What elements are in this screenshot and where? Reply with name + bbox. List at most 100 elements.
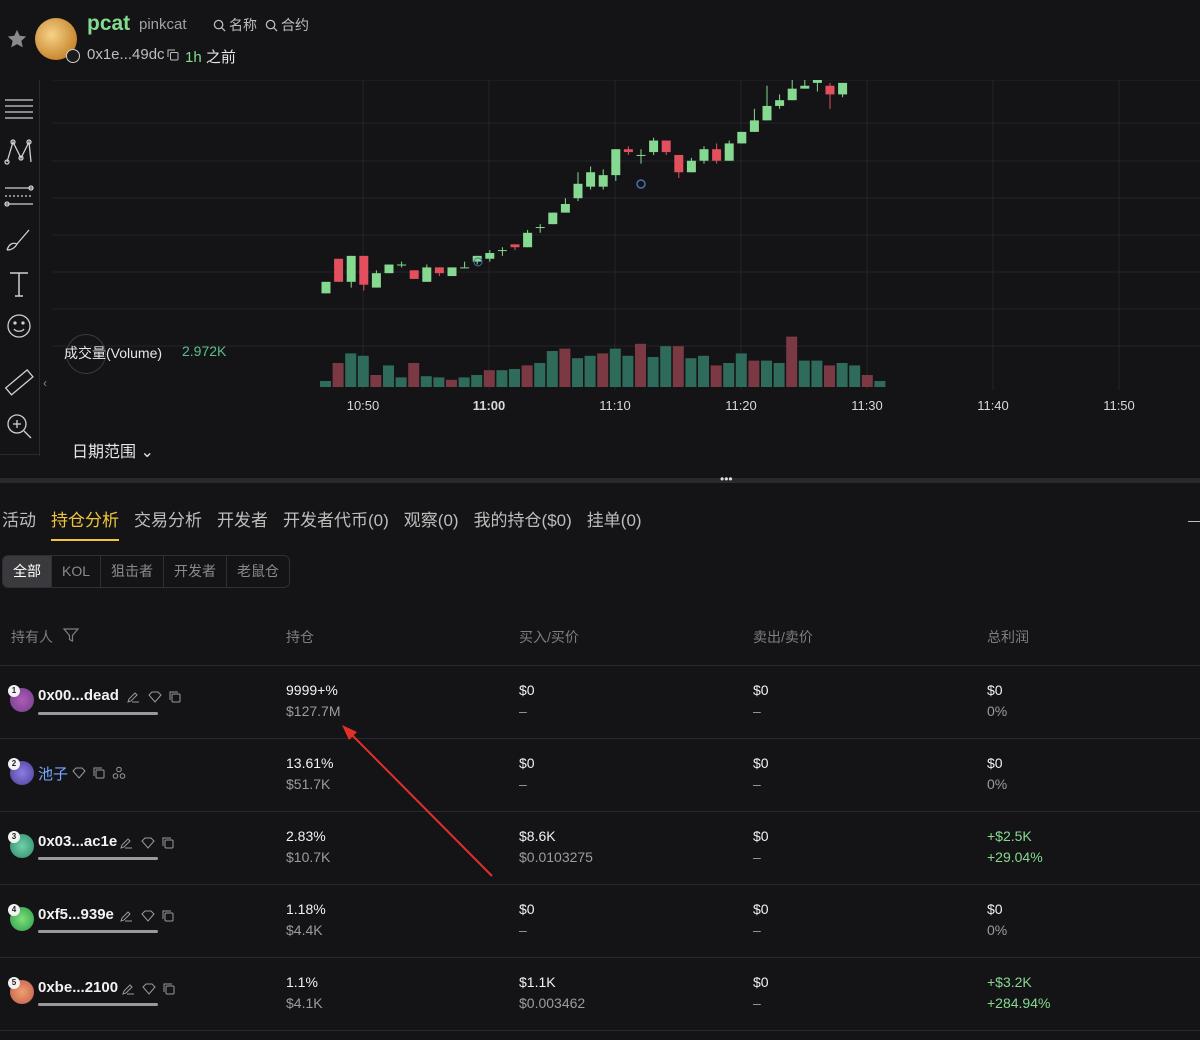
- candle-body: [762, 105, 772, 121]
- avatar: 5: [8, 977, 34, 1004]
- candle-body: [787, 88, 797, 101]
- drag-handle-icon[interactable]: •••: [720, 473, 740, 485]
- position-percent: 1.18%: [286, 901, 326, 917]
- sell-price: –: [753, 703, 761, 719]
- panel-splitter[interactable]: •••: [0, 473, 1200, 485]
- fib-retracement-icon[interactable]: [3, 180, 35, 212]
- volume-bar: [874, 381, 886, 387]
- volume-bar: [446, 379, 457, 387]
- avatar: 1: [8, 685, 34, 712]
- tab-orders[interactable]: 挂单(0): [587, 506, 642, 541]
- volume-bar: [332, 363, 344, 387]
- position-percent: 9999+%: [286, 682, 338, 698]
- holder-address[interactable]: 0xf5...939e: [38, 906, 114, 923]
- copy-icon[interactable]: [92, 766, 106, 780]
- tab-holders[interactable]: 持仓分析: [51, 506, 119, 541]
- filter-all[interactable]: 全部: [3, 556, 52, 587]
- volume-bar: [735, 353, 747, 387]
- copy-icon[interactable]: [162, 982, 176, 996]
- tab-my-positions[interactable]: 我的持仓($0): [474, 506, 572, 541]
- buy-amount: $8.6K: [519, 828, 556, 844]
- profit-percent: 0%: [987, 776, 1008, 792]
- pattern-icon[interactable]: [3, 136, 35, 168]
- token-address: 0x1e...49dc: [87, 46, 165, 63]
- edit-icon[interactable]: [126, 690, 140, 704]
- volume-bar: [509, 369, 520, 387]
- holder-address[interactable]: 池子: [38, 763, 68, 784]
- search-contract-button[interactable]: 合约: [265, 15, 309, 35]
- copy-icon[interactable]: [161, 909, 175, 923]
- profit-percent: +284.94%: [987, 995, 1051, 1011]
- volume-bar: [408, 363, 420, 387]
- tab-watch[interactable]: 观察(0): [404, 506, 459, 541]
- filter-kol[interactable]: KOL: [52, 556, 102, 587]
- sell-amount: $0: [753, 828, 769, 844]
- table-row[interactable]: 4 0xf5...939e 1.18% $4.4K $0 – $0 – $0 0…: [0, 885, 1200, 958]
- edit-icon[interactable]: [121, 982, 135, 996]
- holder-address[interactable]: 0x03...ac1e: [38, 833, 117, 850]
- volume-bar: [824, 365, 835, 387]
- collapse-toolbar-icon[interactable]: ‹: [43, 376, 47, 390]
- candle-body: [334, 258, 344, 282]
- candle-body: [800, 85, 810, 89]
- volume-bar: [710, 365, 722, 387]
- cluster-icon[interactable]: [112, 766, 126, 780]
- volume-bar: [685, 358, 697, 387]
- emoji-icon[interactable]: [3, 310, 35, 342]
- candle-body: [825, 85, 835, 95]
- sell-amount: $0: [753, 901, 769, 917]
- candle-body: [598, 175, 608, 187]
- rank-badge: 2: [8, 758, 20, 770]
- tab-developer[interactable]: 开发者: [217, 506, 268, 541]
- column-buy: 买入/买价: [519, 629, 579, 645]
- diamond-icon[interactable]: [148, 690, 162, 704]
- text-icon[interactable]: [3, 268, 35, 300]
- position-usd: $10.7K: [286, 849, 331, 865]
- filter-snipers[interactable]: 狙击者: [101, 556, 165, 587]
- rank-badge: 4: [8, 904, 20, 916]
- copy-icon[interactable]: [167, 49, 179, 61]
- minimize-icon[interactable]: [1188, 521, 1200, 522]
- rank-badge: 1: [8, 685, 20, 697]
- holder-address[interactable]: 0x00...dead: [38, 687, 119, 704]
- table-row[interactable]: 5 0xbe...2100 1.1% $4.1K $1.1K $0.003462…: [0, 958, 1200, 1031]
- candlestick-chart[interactable]: 10:50 11:00 11:10 11:20 11:30 11:40 11:50: [52, 80, 1200, 420]
- price-chart[interactable]: 10:50 11:00 11:10 11:20 11:30 11:40 11:50: [52, 80, 1200, 480]
- ruler-icon[interactable]: [3, 366, 35, 398]
- search-name-button[interactable]: 名称: [213, 15, 257, 35]
- zoom-in-icon[interactable]: [3, 410, 35, 442]
- tab-dev-tokens[interactable]: 开发者代币(0): [283, 506, 389, 541]
- buy-price: –: [519, 776, 527, 792]
- edit-icon[interactable]: [119, 909, 133, 923]
- copy-icon[interactable]: [168, 690, 182, 704]
- horizontal-lines-icon[interactable]: [3, 92, 35, 124]
- table-row[interactable]: 2 池子 13.61% $51.7K $0 – $0 – $0 0%: [0, 739, 1200, 812]
- brush-icon[interactable]: [3, 224, 35, 256]
- edit-icon[interactable]: [119, 836, 133, 850]
- table-row[interactable]: 1 0x00...dead 9999+% $127.7M $0 – $0 – $…: [0, 666, 1200, 739]
- candle-body: [409, 270, 419, 279]
- date-range-button[interactable]: 日期范围 ⌄: [72, 438, 154, 462]
- tab-activity[interactable]: 活动: [2, 506, 36, 541]
- diamond-icon[interactable]: [141, 836, 155, 850]
- holder-address[interactable]: 0xbe...2100: [38, 979, 118, 996]
- position-percent: 2.83%: [286, 828, 326, 844]
- volume-bar: [320, 381, 331, 387]
- column-profit: 总利润: [987, 629, 1029, 645]
- diamond-icon[interactable]: [72, 766, 86, 780]
- diamond-icon[interactable]: [141, 909, 155, 923]
- diamond-icon[interactable]: [142, 982, 156, 996]
- candle-body: [724, 143, 734, 161]
- volume-bar: [786, 336, 798, 387]
- filter-icon[interactable]: [63, 627, 79, 643]
- position-percent: 13.61%: [286, 755, 334, 771]
- rank-badge: 3: [8, 831, 20, 843]
- buy-amount: $0: [519, 682, 535, 698]
- tab-trades[interactable]: 交易分析: [134, 506, 202, 541]
- table-row[interactable]: 3 0x03...ac1e 2.83% $10.7K $8.6K $0.0103…: [0, 812, 1200, 885]
- filter-developer[interactable]: 开发者: [164, 556, 228, 587]
- holder-filter: 全部 KOL 狙击者 开发者 老鼠仓: [2, 555, 291, 588]
- filter-insiders[interactable]: 老鼠仓: [227, 556, 289, 587]
- star-icon[interactable]: [6, 28, 28, 50]
- copy-icon[interactable]: [161, 836, 175, 850]
